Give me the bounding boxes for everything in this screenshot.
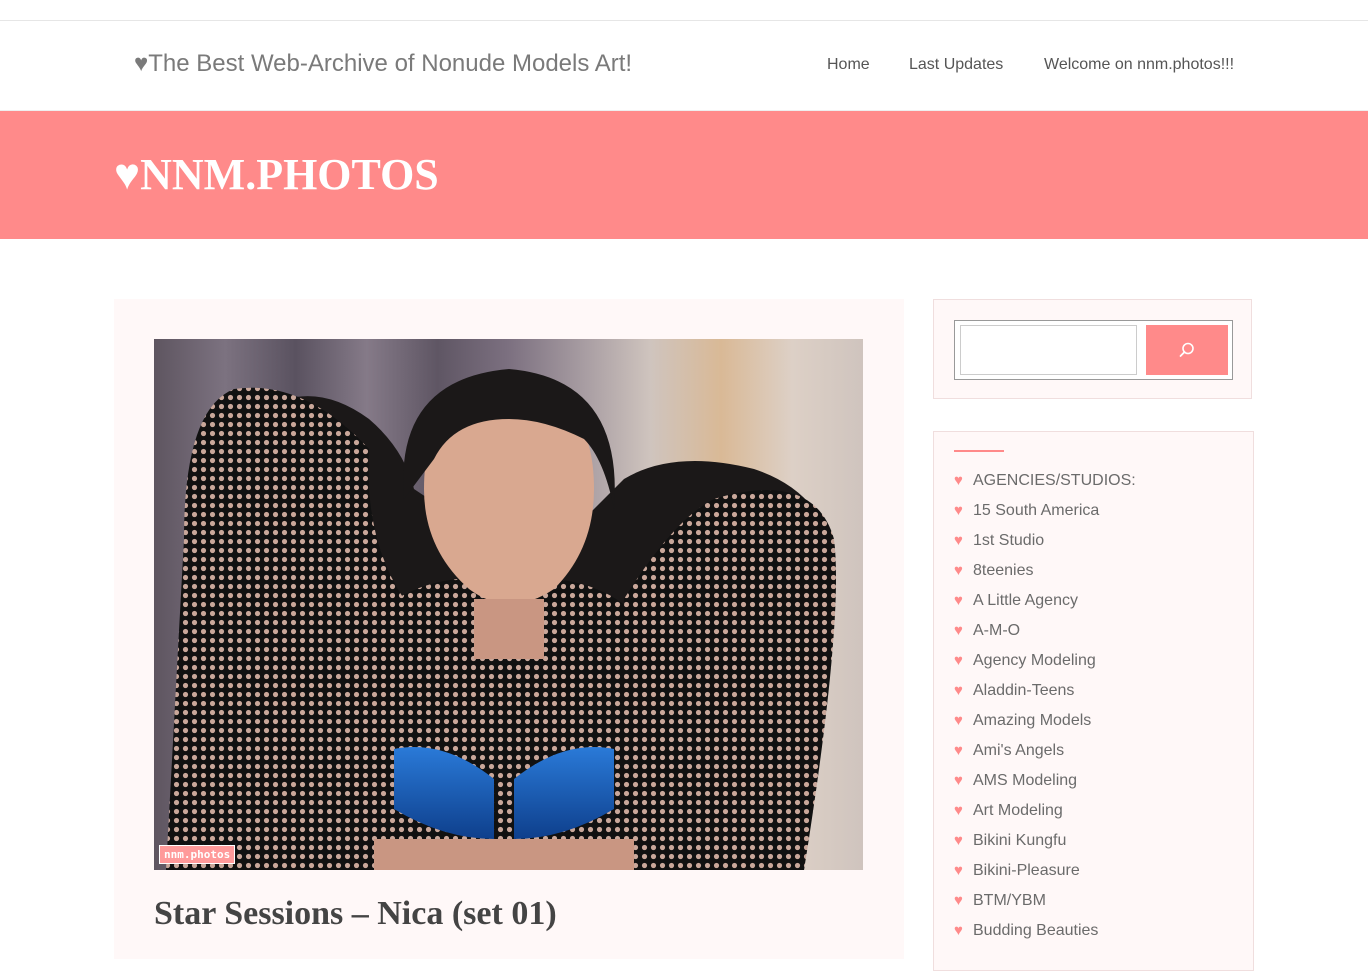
heart-bullet-icon: ♥ [954,742,963,759]
heart-bullet-icon: ♥ [954,472,963,489]
site-header: ♥The Best Web-Archive of Nonude Models A… [0,21,1368,111]
heart-bullet-icon: ♥ [954,832,963,849]
nav-home[interactable]: Home [827,56,870,74]
category-link[interactable]: 15 South America [973,498,1099,524]
category-item: ♥ BTM/YBM [954,886,1136,916]
category-item: ♥ Bikini-Pleasure [954,856,1136,886]
category-item: ♥ Aladdin-Teens [954,676,1136,706]
top-strip [0,0,1368,21]
category-link[interactable]: Agency Modeling [973,648,1096,674]
category-item: ♥ Agency Modeling [954,646,1136,676]
category-link[interactable]: BTM/YBM [973,888,1046,914]
site-banner: ♥NNM.PHOTOS [0,111,1368,239]
category-link[interactable]: Amazing Models [973,708,1091,734]
category-item: ♥ A Little Agency [954,586,1136,616]
search-icon [1179,342,1194,357]
categories-widget: ♥ AGENCIES/STUDIOS: ♥ 15 South America ♥ 1st … [933,431,1254,971]
nav-welcome[interactable]: Welcome on nnm.photos!!! [1044,56,1234,74]
heart-bullet-icon: ♥ [954,802,963,819]
category-item: ♥ A-M-O [954,616,1136,646]
category-item: ♥ AMS Modeling [954,766,1136,796]
category-link[interactable]: Bikini-Pleasure [973,858,1080,884]
search-input[interactable] [960,325,1137,375]
heart-bullet-icon: ♥ [954,652,963,669]
site-title-link[interactable]: ♥NNM.PHOTOS [114,149,439,200]
post-card: nnm.photos Star Sessions – Nica (set 01) [114,299,904,959]
category-item: ♥ Budding Beauties [954,916,1136,946]
post-featured-image[interactable]: nnm.photos [154,339,863,870]
category-link[interactable]: A Little Agency [973,588,1078,614]
heart-bullet-icon: ♥ [954,892,963,909]
category-link[interactable]: Aladdin-Teens [973,678,1074,704]
category-item: ♥ Bikini Kungfu [954,826,1136,856]
category-item: ♥ 1st Studio [954,526,1136,556]
category-list: ♥ AGENCIES/STUDIOS: ♥ 15 South America ♥ 1st … [954,466,1136,946]
search-widget [933,299,1252,399]
heart-bullet-icon: ♥ [954,532,963,549]
category-item: ♥ Amazing Models [954,706,1136,736]
category-link[interactable]: Ami's Angels [973,738,1064,764]
nav-last-updates[interactable]: Last Updates [909,56,1003,74]
heart-bullet-icon: ♥ [954,502,963,519]
category-link[interactable]: A-M-O [973,618,1020,644]
heart-bullet-icon: ♥ [954,712,963,729]
category-item: ♥ Art Modeling [954,796,1136,826]
image-watermark: nnm.photos [159,845,236,864]
heart-bullet-icon: ♥ [954,772,963,789]
search-button[interactable] [1146,325,1228,375]
category-link[interactable]: AMS Modeling [973,768,1077,794]
category-link[interactable]: Bikini Kungfu [973,828,1066,854]
category-link[interactable]: 1st Studio [973,528,1044,554]
category-link[interactable]: Art Modeling [973,798,1063,824]
heart-bullet-icon: ♥ [954,622,963,639]
widget-title-underline [954,450,1004,452]
category-item: ♥ Ami's Angels [954,736,1136,766]
heart-bullet-icon: ♥ [954,562,963,579]
post-title-link[interactable]: Star Sessions – Nica (set 01) [154,895,557,933]
category-item: ♥ AGENCIES/STUDIOS: [954,466,1136,496]
category-link[interactable]: Budding Beauties [973,918,1098,944]
category-item: ♥ 8teenies [954,556,1136,586]
heart-bullet-icon: ♥ [954,592,963,609]
search-form [954,320,1233,380]
heart-bullet-icon: ♥ [954,682,963,699]
category-link[interactable]: AGENCIES/STUDIOS: [973,468,1136,494]
heart-bullet-icon: ♥ [954,862,963,879]
post-photo-illustration [154,339,863,870]
category-item: ♥ 15 South America [954,496,1136,526]
main-nav: Home Last Updates Welcome on nnm.photos!… [0,56,1368,76]
heart-bullet-icon: ♥ [954,922,963,939]
category-link[interactable]: 8teenies [973,558,1034,584]
